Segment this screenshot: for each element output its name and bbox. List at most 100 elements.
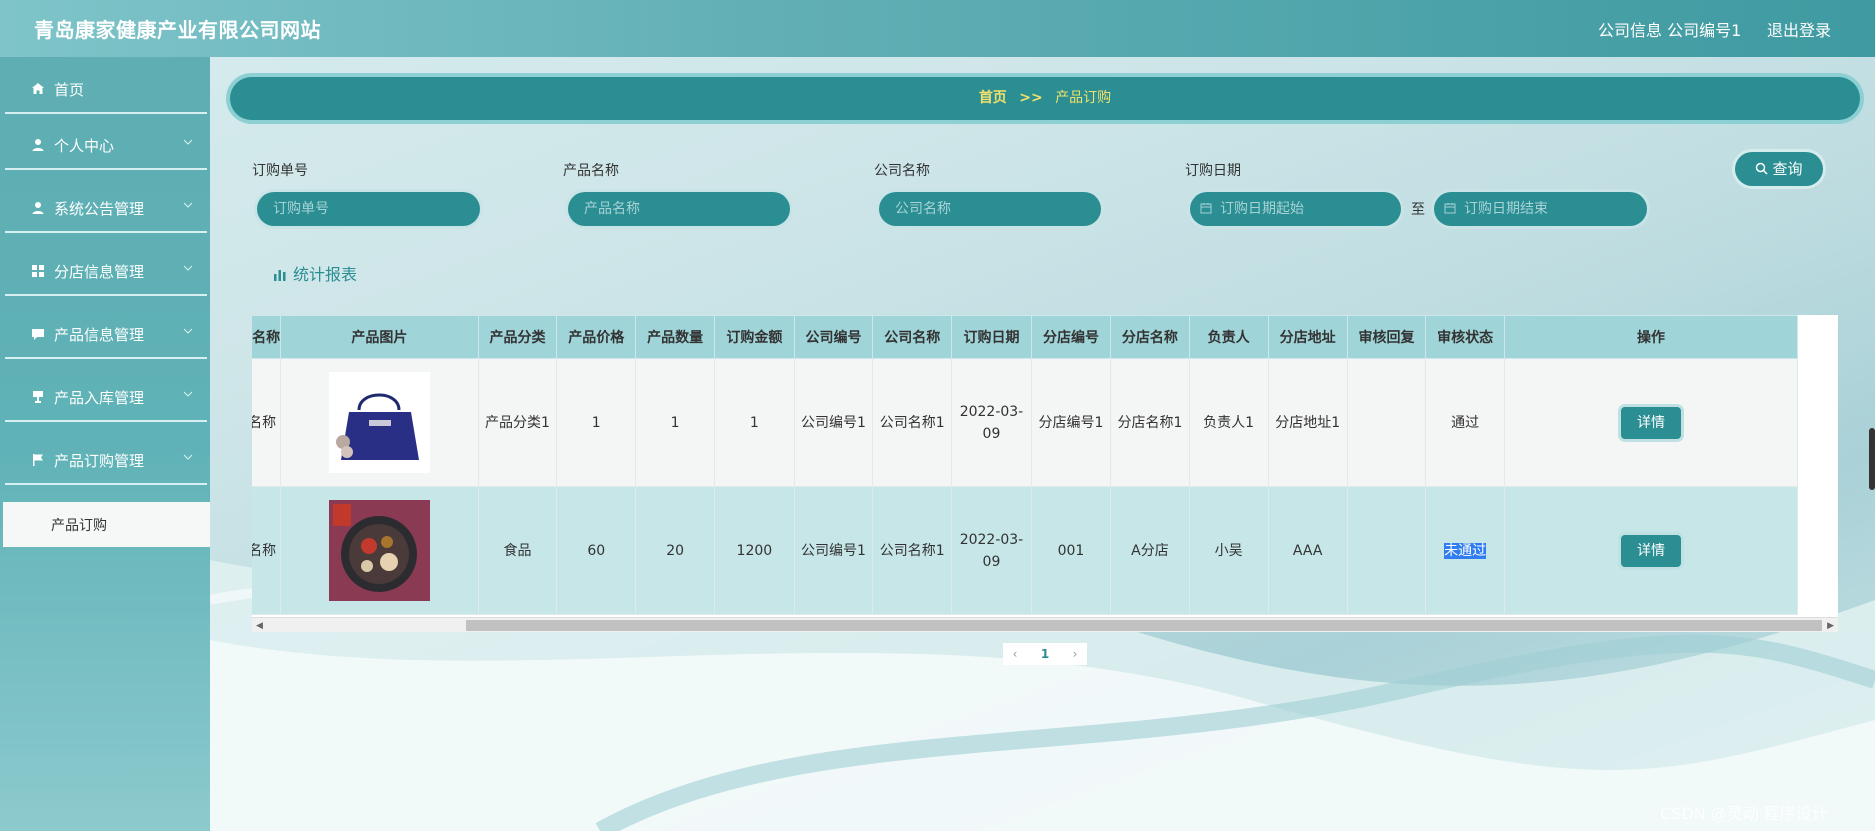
sidebar-item-order[interactable]: 产品订购管理 — [5, 435, 207, 485]
date-start-input[interactable]: 订购日期起始 — [1190, 192, 1401, 226]
prev-page-button[interactable]: ‹ — [1003, 643, 1027, 665]
status-text: 未通过 — [1444, 542, 1487, 559]
column-header: 产品价格 — [556, 315, 637, 359]
company-name-label: 公司名称 — [874, 163, 930, 179]
sidebar-item-personal[interactable]: 个人中心 — [5, 120, 207, 170]
column-header: 产品分类 — [477, 315, 558, 359]
sidebar-item-stock-in[interactable]: 产品入库管理 — [5, 372, 207, 422]
next-page-button[interactable]: › — [1063, 643, 1087, 665]
cell-status: 未通过 — [1425, 486, 1505, 615]
cell-company-no: 公司编号1 — [793, 486, 874, 615]
date-end-input[interactable]: 订购日期结束 — [1434, 192, 1647, 226]
logout-button[interactable]: 退出登录 — [1767, 17, 1831, 41]
order-table: 名称 产品图片 产品分类 产品价格 产品数量 订购金额 公司编号 公司名称 订购… — [252, 315, 1838, 632]
scroll-left-arrow-icon[interactable]: ◀ — [256, 621, 263, 631]
side-scroll-handle[interactable] — [1869, 428, 1875, 490]
product-name-input[interactable]: 产品名称 — [568, 192, 790, 226]
sidebar-subitem-product-order[interactable]: 产品订购 — [3, 502, 210, 547]
site-title: 青岛康家健康产业有限公司网站 — [34, 18, 321, 42]
cell-manager: 负责人1 — [1188, 358, 1269, 487]
cell-quantity: 20 — [635, 486, 716, 615]
cell-price: 60 — [556, 486, 637, 615]
order-no-input[interactable]: 订购单号 — [257, 192, 480, 226]
cell-manager: 小吴 — [1188, 486, 1269, 615]
cell-quantity: 1 — [635, 358, 716, 487]
column-header: 分店编号 — [1030, 315, 1112, 359]
sidebar-item-announcement[interactable]: 系统公告管理 — [5, 183, 207, 233]
cell-price: 1 — [556, 358, 637, 487]
column-header: 分店地址 — [1267, 315, 1348, 359]
cell-company-no: 公司编号1 — [793, 358, 874, 487]
cell-branch-addr: AAA — [1267, 486, 1348, 615]
watermark: CSDN @灵动 程序设计 — [1660, 804, 1828, 823]
product-image-food[interactable] — [328, 500, 430, 601]
breadcrumb-current: 产品订购 — [1055, 90, 1112, 106]
chevron-down-icon — [183, 454, 193, 460]
breadcrumb-home[interactable]: 首页 — [979, 90, 1007, 106]
product-image-handbag[interactable] — [328, 372, 430, 473]
company-name-input[interactable]: 公司名称 — [879, 192, 1101, 226]
home-icon — [32, 83, 44, 94]
stat-report-label: 统计报表 — [293, 265, 358, 284]
detail-button[interactable]: 详情 — [1620, 534, 1681, 567]
column-header: 负责人 — [1188, 315, 1269, 359]
order-date-label: 订购日期 — [1185, 163, 1241, 179]
column-header: 订购金额 — [714, 315, 795, 359]
column-header: 订购日期 — [951, 315, 1032, 359]
query-button-label: 查询 — [1772, 160, 1803, 178]
product-name-label: 产品名称 — [563, 163, 619, 179]
cell-action: 详情 — [1503, 486, 1799, 615]
chevron-down-icon — [183, 265, 193, 271]
cell-category: 产品分类1 — [477, 358, 558, 487]
column-header: 公司名称 — [872, 315, 953, 359]
cell-name: 名称 — [252, 358, 282, 487]
cell-company-name: 公司名称1 — [872, 358, 953, 487]
cell-reply — [1346, 358, 1427, 487]
sidebar-item-label: 产品订购管理 — [54, 452, 145, 470]
grid-icon — [32, 265, 44, 277]
flag-icon — [33, 454, 43, 466]
cell-amount: 1200 — [714, 486, 795, 615]
cell-branch-name: 分店名称1 — [1110, 358, 1190, 487]
cell-product-image — [280, 358, 479, 487]
table-header-row: 名称 产品图片 产品分类 产品价格 产品数量 订购金额 公司编号 公司名称 订购… — [252, 315, 1799, 359]
calendar-icon — [1444, 203, 1456, 214]
cell-category: 食品 — [477, 486, 558, 615]
sidebar-item-label: 系统公告管理 — [54, 200, 145, 218]
order-no-label: 订购单号 — [252, 163, 308, 179]
top-header: 青岛康家健康产业有限公司网站 公司信息 公司编号1 退出登录 — [0, 0, 1875, 57]
column-header: 产品数量 — [635, 315, 716, 359]
sidebar-item-home[interactable]: 首页 — [5, 64, 207, 114]
sidebar-item-product[interactable]: 产品信息管理 — [5, 309, 207, 359]
cell-branch-addr: 分店地址1 — [1267, 358, 1348, 487]
user-info[interactable]: 公司信息 公司编号1 — [1598, 17, 1741, 41]
horizontal-scrollbar[interactable]: ◀ ▶ — [252, 617, 1838, 632]
sidebar-item-label: 产品入库管理 — [54, 389, 145, 407]
page-number[interactable]: 1 — [1027, 643, 1063, 665]
sidebar-item-label: 首页 — [54, 81, 85, 99]
breadcrumb-separator: >> — [1019, 90, 1043, 106]
stat-report-button[interactable]: 统计报表 — [273, 261, 357, 285]
scroll-right-arrow-icon[interactable]: ▶ — [1827, 621, 1834, 631]
bar-chart-icon — [274, 270, 286, 281]
sidebar-item-label: 分店信息管理 — [54, 263, 145, 281]
cell-company-name: 公司名称1 — [872, 486, 953, 615]
sidebar-item-branch[interactable]: 分店信息管理 — [5, 246, 207, 296]
scrollbar-thumb[interactable] — [466, 620, 1822, 631]
chat-icon — [32, 329, 44, 340]
cell-branch-no: 001 — [1030, 486, 1112, 615]
chevron-down-icon — [183, 139, 193, 145]
date-end-placeholder: 订购日期结束 — [1464, 201, 1548, 217]
cell-order-date: 2022-03-09 — [951, 358, 1032, 487]
column-header: 名称 — [252, 315, 282, 359]
detail-button[interactable]: 详情 — [1620, 406, 1681, 439]
chevron-down-icon — [183, 328, 193, 334]
calendar-icon — [1200, 203, 1212, 214]
user-icon — [32, 139, 44, 151]
cell-reply — [1346, 486, 1427, 615]
trophy-icon — [33, 391, 43, 403]
date-range-to: 至 — [1411, 202, 1425, 218]
table-row: 名称 产品分类1 1 1 1 公司编号1 公司名称1 2022-03-09 分店… — [252, 358, 1799, 487]
query-button[interactable]: 查询 — [1735, 152, 1823, 186]
cell-action: 详情 — [1503, 358, 1799, 487]
